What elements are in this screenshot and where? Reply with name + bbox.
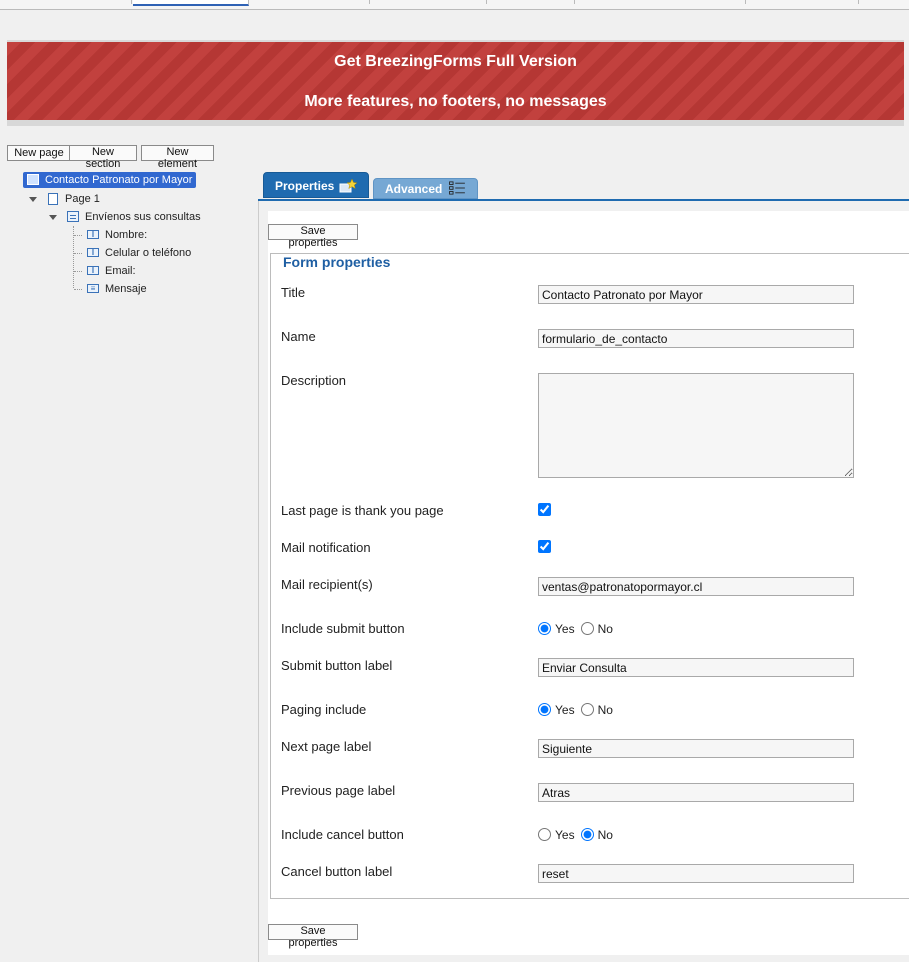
text-field-icon: I	[87, 266, 99, 275]
banner-headline: Get BreezingForms Full Version	[334, 53, 577, 70]
tree-item-field[interactable]: I Nombre:	[83, 227, 193, 243]
properties-star-icon	[339, 179, 357, 193]
banner-subline: More features, no footers, no messages	[304, 93, 607, 110]
description-label: Description	[281, 373, 347, 388]
section-icon	[67, 211, 79, 222]
previous-page-label-label: Previous page label	[281, 783, 396, 798]
new-page-button[interactable]: New page	[7, 145, 71, 161]
mail-recipients-input[interactable]	[538, 577, 854, 596]
tree-item-label: Nombre:	[105, 229, 148, 241]
tree-item-label: Envíenos sus consultas	[85, 211, 201, 223]
tab-label: Properties	[275, 179, 335, 193]
tab-label: Advanced	[385, 182, 443, 196]
mail-notification-label: Mail notification	[281, 540, 371, 555]
radio-label-no: No	[597, 702, 613, 717]
new-section-button[interactable]: New section	[69, 145, 137, 170]
description-textarea[interactable]	[538, 373, 854, 478]
last-page-thank-you-label: Last page is thank you page	[281, 503, 444, 518]
banner-divider	[7, 120, 904, 126]
submit-button-label-input[interactable]	[538, 658, 854, 677]
tree-item-label: Email:	[105, 265, 136, 277]
radio-label-no: No	[597, 827, 613, 842]
tab-advanced[interactable]: Advanced	[373, 178, 478, 199]
top-nav-tab[interactable]	[575, 0, 746, 4]
tree-item-label: Celular o teléfono	[105, 247, 192, 259]
last-page-thank-you-checkbox[interactable]	[538, 503, 551, 516]
tree-item-field[interactable]: ≡ Mensaje	[83, 281, 183, 297]
textarea-icon: ≡	[87, 284, 99, 293]
top-nav-tab[interactable]	[746, 0, 859, 4]
include-cancel-label: Include cancel button	[281, 827, 404, 842]
top-nav-tab-active[interactable]	[133, 0, 249, 6]
top-nav-tab[interactable]	[487, 0, 575, 4]
radio-label-yes: Yes	[555, 621, 575, 636]
next-page-label-label: Next page label	[281, 739, 372, 754]
tree-item-label: Mensaje	[105, 283, 147, 295]
paging-include-radio-group: Yes No	[538, 702, 619, 717]
include-cancel-no-radio[interactable]	[580, 828, 594, 842]
tree-item-form[interactable]: Contacto Patronato por Mayor	[23, 172, 196, 188]
radio-label-yes: Yes	[555, 827, 575, 842]
collapse-arrow-icon[interactable]	[49, 215, 57, 220]
include-cancel-yes-radio[interactable]	[538, 828, 551, 842]
form-properties-legend: Form properties	[280, 254, 394, 270]
include-submit-radio-group: Yes No	[538, 621, 619, 636]
top-nav-tab[interactable]	[370, 0, 487, 4]
paging-yes-radio[interactable]	[538, 703, 551, 717]
include-submit-yes-radio[interactable]	[538, 622, 551, 636]
save-properties-button-bottom[interactable]: Save properties	[268, 924, 358, 949]
title-label: Title	[281, 285, 306, 300]
name-label: Name	[281, 329, 316, 344]
tree-item-label: Page 1	[65, 193, 100, 205]
tree-item-label: Contacto Patronato por Mayor	[45, 174, 193, 186]
tree-connector	[74, 253, 82, 254]
include-submit-no-radio[interactable]	[580, 622, 594, 636]
tree-item-section[interactable]: Envíenos sus consultas	[63, 209, 213, 225]
new-element-button[interactable]: New element	[141, 145, 214, 170]
tree-item-page[interactable]: Page 1	[43, 191, 163, 207]
page-icon	[48, 193, 58, 205]
form-icon	[27, 174, 39, 185]
text-field-icon: I	[87, 230, 99, 239]
radio-label-no: No	[597, 621, 613, 636]
tab-properties[interactable]: Properties	[263, 172, 369, 198]
radio-label-yes: Yes	[555, 702, 575, 717]
paging-include-label: Paging include	[281, 702, 367, 717]
checklist-icon	[449, 181, 465, 195]
form-properties-fieldset	[270, 253, 909, 899]
top-nav-tab[interactable]	[0, 0, 132, 4]
include-cancel-radio-group: Yes No	[538, 827, 619, 842]
promo-banner[interactable]: Get BreezingForms Full Version More feat…	[7, 40, 904, 122]
title-input[interactable]	[538, 285, 854, 304]
tree-connector	[74, 271, 82, 272]
next-page-label-input[interactable]	[538, 739, 854, 758]
tree-connector	[74, 289, 82, 290]
mail-recipients-label: Mail recipient(s)	[281, 577, 373, 592]
cancel-button-label-label: Cancel button label	[281, 864, 393, 879]
previous-page-label-input[interactable]	[538, 783, 854, 802]
top-nav-strip	[0, 0, 909, 10]
tree-item-field[interactable]: I Email:	[83, 263, 183, 279]
tree-connector	[74, 235, 82, 236]
name-input[interactable]	[538, 329, 854, 348]
mail-notification-checkbox[interactable]	[538, 540, 551, 553]
include-submit-label: Include submit button	[281, 621, 405, 636]
submit-button-label-label: Submit button label	[281, 658, 393, 673]
collapse-arrow-icon[interactable]	[29, 197, 37, 202]
top-nav-tab[interactable]	[249, 0, 370, 4]
paging-no-radio[interactable]	[580, 703, 594, 717]
cancel-button-label-input[interactable]	[538, 864, 854, 883]
save-properties-button-top[interactable]: Save properties	[268, 224, 358, 249]
text-field-icon: I	[87, 248, 99, 257]
tree-item-field[interactable]: I Celular o teléfono	[83, 245, 203, 261]
